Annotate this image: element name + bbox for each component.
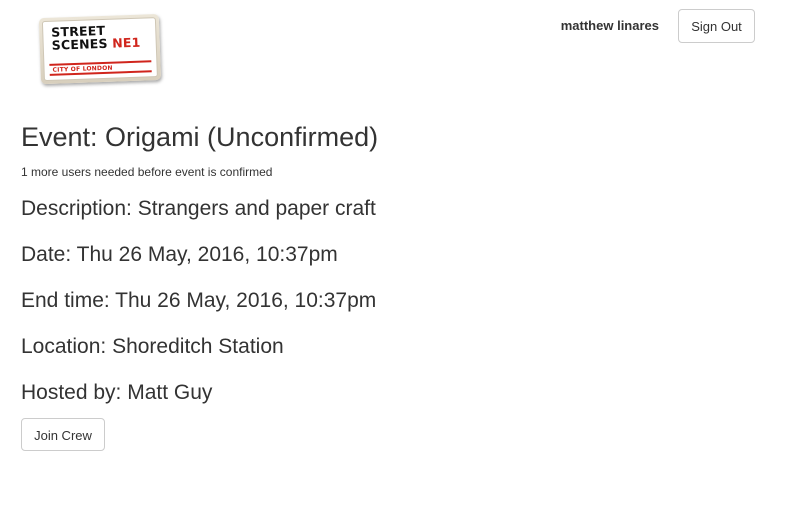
- street-sign-plate: STREET SCENES NE1 CITY OF LONDON: [41, 17, 158, 82]
- street-sign-frame: STREET SCENES NE1 CITY OF LONDON: [38, 13, 162, 85]
- event-details: Event: Origami (Unconfirmed) 1 more user…: [21, 118, 766, 451]
- event-host: Hosted by: Matt Guy: [21, 381, 213, 404]
- logo-postcode: NE1: [111, 34, 141, 51]
- current-username: matthew linares: [560, 18, 659, 33]
- sign-out-button[interactable]: Sign Out: [678, 9, 755, 43]
- event-location: Location: Shoreditch Station: [21, 335, 284, 358]
- page: STREET SCENES NE1 CITY OF LONDON matthew…: [0, 0, 786, 509]
- event-end-time: End time: Thu 26 May, 2016, 10:37pm: [21, 289, 377, 312]
- street-scenes-logo[interactable]: STREET SCENES NE1 CITY OF LONDON: [38, 13, 165, 90]
- event-date: Date: Thu 26 May, 2016, 10:37pm: [21, 243, 338, 266]
- confirmation-note: 1 more users needed before event is conf…: [21, 165, 273, 179]
- logo-word-scenes: SCENES: [51, 35, 108, 53]
- event-description: Description: Strangers and paper craft: [21, 197, 376, 220]
- join-crew-button[interactable]: Join Crew: [21, 418, 105, 451]
- logo-line-scenes: SCENES NE1: [51, 34, 150, 53]
- event-title: Event: Origami (Unconfirmed): [21, 122, 379, 152]
